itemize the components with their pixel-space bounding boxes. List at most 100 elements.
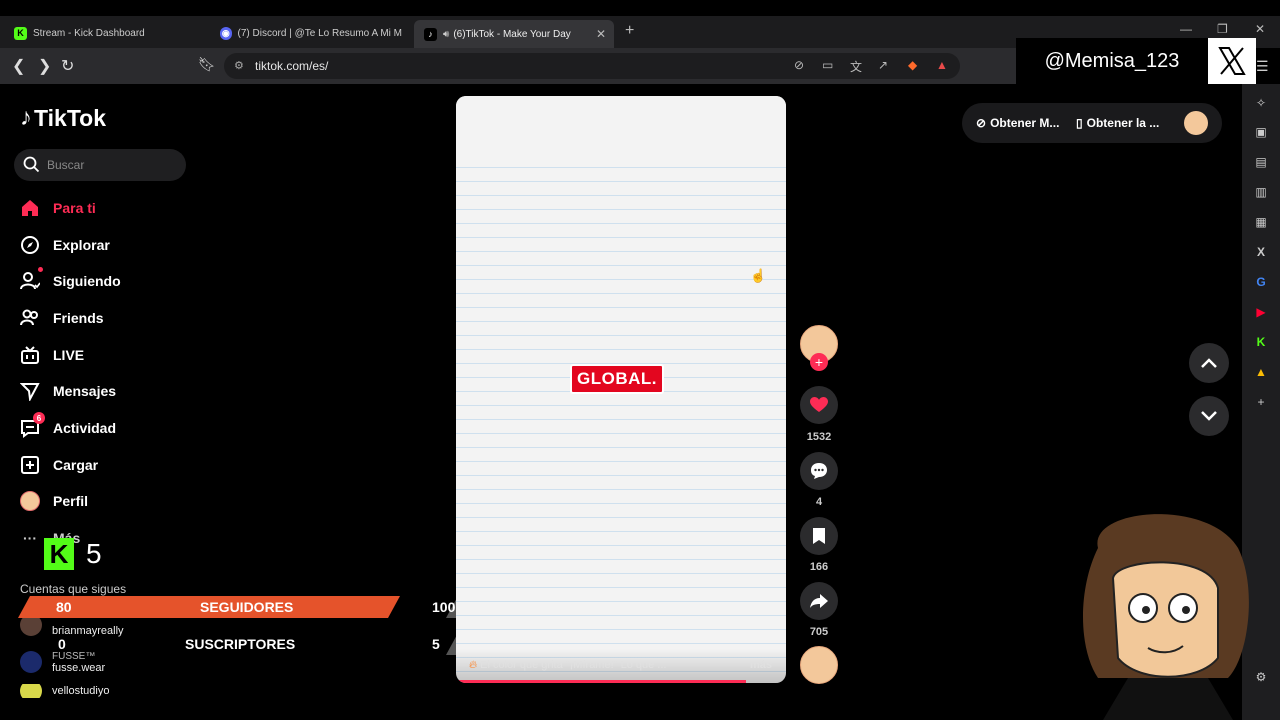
paper-texture (456, 96, 786, 154)
share-button[interactable] (800, 582, 838, 620)
minimize-icon[interactable]: — (1180, 22, 1192, 36)
restore-icon[interactable]: ❐ (1217, 22, 1228, 36)
nav-siguiendo[interactable]: Siguiendo (20, 267, 121, 293)
cast-icon[interactable]: ▭ (822, 58, 833, 72)
nav-actividad[interactable]: 6 Actividad (20, 412, 117, 440)
drive-icon[interactable]: ▲ (1254, 365, 1268, 379)
nav-label: LIVE (53, 347, 85, 363)
inbox-icon: 6 (20, 412, 45, 438)
chevron-down-icon (1201, 411, 1217, 421)
nav-live[interactable]: LIVE (20, 343, 84, 367)
get-desktop-button[interactable]: ▯ Obtener la ... (1076, 116, 1159, 130)
search-input[interactable]: Buscar (14, 149, 186, 181)
nav-label: Explorar (53, 237, 110, 253)
fire-icon: 🔥︎ (469, 659, 478, 671)
heart-icon (810, 397, 828, 412)
nav-para-ti[interactable]: Para ti (20, 196, 96, 220)
share-count: 705 (809, 626, 829, 638)
back-icon[interactable]: ❮ (12, 56, 25, 76)
add-panel-icon[interactable]: + (1254, 395, 1268, 409)
following-account[interactable]: vellostudiyo (20, 684, 109, 698)
google-icon[interactable]: G (1254, 275, 1268, 289)
address-bar[interactable]: ⚙ tiktok.com/es/ ⊘ ▭ 文 ↗ ◆ ▲ (224, 53, 960, 79)
bookmark-icon (813, 528, 825, 544)
caption-more-button[interactable]: más (750, 659, 772, 671)
followers-label: SEGUIDORES (200, 599, 294, 615)
kick-logo-icon: K (44, 538, 74, 570)
url-text[interactable]: tiktok.com/es/ (255, 59, 328, 73)
nav-friends[interactable]: Friends (20, 306, 104, 330)
tab-tiktok[interactable]: ♪ 🔊︎ (6)TikTok - Make Your Day ✕ (414, 20, 614, 48)
followers-current: 80 (56, 599, 72, 615)
subs-label: SUSCRIPTORES (185, 636, 296, 652)
caption-text: 🔥︎ El color que grita "¡Mírame!" Lo que … (469, 659, 667, 671)
forward-icon[interactable]: ❯ (38, 56, 51, 76)
video-progress[interactable] (456, 680, 747, 683)
like-button[interactable] (800, 386, 838, 424)
save-button[interactable] (800, 517, 838, 555)
share-arrow-icon (810, 594, 828, 608)
activity-badge: 6 (33, 412, 45, 424)
reading-list-icon[interactable]: ▦ (1254, 215, 1268, 229)
profile-avatar[interactable] (1184, 111, 1208, 135)
more-icon: ··· (23, 530, 37, 546)
nav-cargar[interactable]: Cargar (20, 453, 98, 477)
next-video-button[interactable] (1189, 396, 1229, 436)
nav-mensajes[interactable]: Mensajes (20, 379, 116, 403)
site-settings-icon[interactable]: ⚙ (234, 59, 244, 72)
tiktok-logo[interactable]: ♪ TikTok (20, 104, 106, 132)
bookmark-icon[interactable]: 🔖︎ (198, 56, 216, 73)
friends-icon (20, 308, 40, 328)
subs-current: 0 (58, 636, 66, 652)
nav-perfil[interactable]: Perfil (20, 489, 88, 513)
close-window-icon[interactable]: ✕ (1255, 22, 1265, 36)
logo-text: TikTok (34, 104, 106, 131)
live-icon (20, 345, 40, 365)
tv-icon[interactable]: ▣ (1254, 125, 1268, 139)
translate-icon[interactable]: 文 (850, 58, 862, 75)
x-icon[interactable]: X (1254, 245, 1268, 259)
new-tab-button[interactable]: + (625, 22, 634, 40)
compass-icon: ⊘ (976, 116, 987, 130)
kick-viewer-widget: K 5 (44, 538, 102, 570)
search-icon (23, 156, 40, 173)
tab-title: Stream - Kick Dashboard (33, 27, 145, 39)
avatar-icon (20, 491, 40, 511)
music-disc-avatar[interactable] (800, 646, 838, 684)
upload-icon (20, 455, 40, 475)
menu-icon[interactable]: ☰ (1256, 58, 1269, 75)
kick-icon[interactable]: K (1254, 335, 1268, 349)
get-app-button[interactable]: ⊘ Obtener M... (976, 116, 1059, 130)
tiktok-note-icon: ♪ (20, 104, 32, 131)
like-count: 1532 (806, 431, 832, 443)
close-tab-icon[interactable]: ✕ (596, 27, 606, 41)
save-count: 166 (809, 561, 829, 573)
youtube-icon[interactable]: ▶ (1254, 305, 1268, 319)
wallet-icon[interactable]: ▤ (1254, 155, 1268, 169)
bookmarks-icon[interactable]: ▥ (1254, 185, 1268, 199)
x-logo-icon (1208, 38, 1256, 84)
kick-count: 5 (86, 538, 102, 569)
nav-label: Perfil (53, 493, 89, 509)
streamer-mascot-illustration (1083, 514, 1249, 720)
address-toolbar: ❮ ❯ ↻ 🔖︎ ⚙ tiktok.com/es/ ⊘ ▭ 文 ↗ ◆ ▲ (0, 48, 1016, 84)
tab-discord[interactable]: ◉ (7) Discord | @Te Lo Resumo A Mi M (210, 20, 412, 46)
chevron-up-icon (1201, 358, 1217, 368)
leo-ai-icon[interactable]: ✧ (1254, 96, 1268, 110)
video-player[interactable]: GLOBAL. 🔥︎ El color que grita "¡Mírame!"… (456, 96, 786, 683)
nav-explorar[interactable]: Explorar (20, 233, 110, 257)
nav-label: Actividad (53, 420, 117, 436)
brave-shield-icon[interactable]: ◆ (908, 58, 917, 72)
tab-kick-dashboard[interactable]: K Stream - Kick Dashboard (4, 20, 209, 46)
followers-goal-bar: 80 SEGUIDORES 100 (18, 596, 502, 618)
rewards-icon[interactable]: ▲ (936, 58, 948, 72)
comment-button[interactable] (800, 452, 838, 490)
reload-icon[interactable]: ↻ (61, 56, 74, 76)
nav-label: Friends (53, 310, 104, 326)
overlay-handle: @Memisa_123 (1016, 38, 1208, 84)
share-icon[interactable]: ↗ (878, 58, 888, 72)
previous-video-button[interactable] (1189, 343, 1229, 383)
follow-plus-icon[interactable]: + (810, 353, 828, 371)
eye-slash-icon[interactable]: ⊘ (794, 58, 804, 72)
subs-goal: 5 (432, 636, 440, 652)
